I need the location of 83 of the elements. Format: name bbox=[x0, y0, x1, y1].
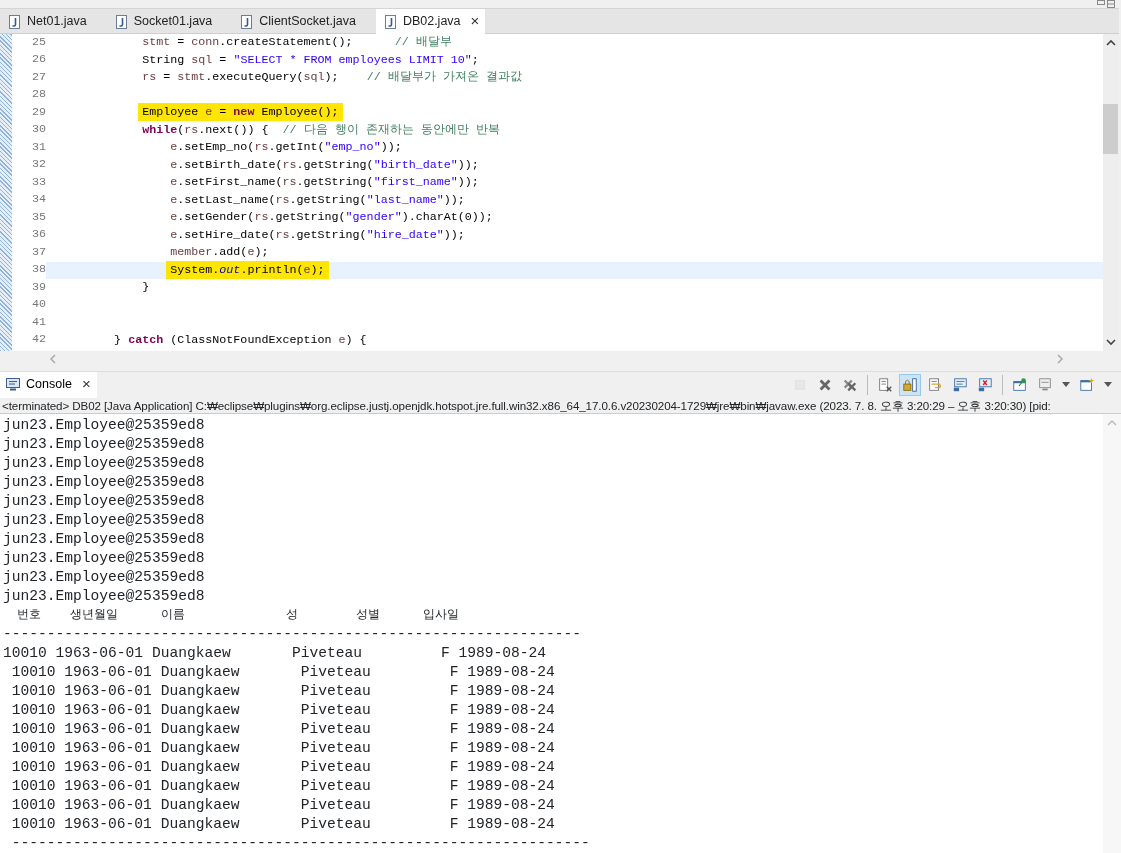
word-wrap-icon bbox=[927, 375, 943, 394]
console-line: 10010 1963-06-01 Duangkaew Piveteau F 1989-08-24 bbox=[10, 777, 555, 796]
line-number: 25 bbox=[30, 34, 46, 51]
console-line: jun23.Employee@25359ed8 bbox=[2, 568, 205, 587]
scroll-right-icon[interactable] bbox=[1055, 352, 1065, 365]
line-number: 34 bbox=[30, 191, 46, 209]
console-line: 10010 1963-06-01 Duangkaew Piveteau F 1989-08-24 bbox=[10, 720, 555, 739]
close-icon[interactable]: × bbox=[470, 10, 480, 33]
line-number: 38 bbox=[30, 261, 46, 279]
console-line: 10010 1963-06-01 Duangkaew Piveteau F 1989-08-24 bbox=[10, 758, 555, 777]
console-line: jun23.Employee@25359ed8 bbox=[2, 473, 205, 492]
toolbar-button[interactable] bbox=[899, 373, 921, 396]
line-number: 28 bbox=[30, 86, 46, 104]
code-line: } catch (ClassNotFoundException e) { bbox=[113, 331, 368, 349]
console-line: 번호 생년월일 이름 성 성별 입사일 bbox=[16, 607, 460, 624]
java-file-icon bbox=[240, 14, 254, 29]
console-line: jun23.Employee@25359ed8 bbox=[2, 549, 205, 568]
file-tab[interactable]: Socket01.java bbox=[106, 9, 233, 34]
file-tab[interactable]: DB02.java × bbox=[375, 9, 486, 34]
java-file-icon bbox=[383, 14, 397, 29]
monitor-icon bbox=[952, 375, 968, 394]
console-line: jun23.Employee@25359ed8 bbox=[2, 416, 205, 435]
code-line: e.setFirst_name(rs.getString("first_name")); bbox=[169, 174, 480, 191]
console-line: jun23.Employee@25359ed8 bbox=[2, 492, 205, 511]
minimize-icon[interactable] bbox=[1097, 0, 1105, 6]
code-line: e.setEmp_no(rs.getInt("emp_no")); bbox=[169, 139, 403, 156]
console-line: jun23.Employee@25359ed8 bbox=[2, 530, 205, 549]
maximize-icon[interactable] bbox=[1107, 0, 1115, 8]
console-line: jun23.Employee@25359ed8 bbox=[2, 511, 205, 530]
line-number: 35 bbox=[30, 209, 46, 226]
line-number: 40 bbox=[30, 296, 46, 314]
new-window-icon bbox=[1079, 375, 1095, 394]
line-number: 31 bbox=[30, 139, 46, 156]
line-number: 29 bbox=[30, 104, 46, 121]
java-file-icon bbox=[114, 14, 128, 29]
monitor-icon bbox=[6, 378, 20, 391]
console-line: ------------------------------------------------------------------ bbox=[10, 834, 590, 853]
console-line: 10010 1963-06-01 Duangkaew Piveteau F 1989-08-24 bbox=[10, 815, 555, 834]
line-number: 26 bbox=[30, 51, 46, 69]
file-tab[interactable]: Net01.java bbox=[0, 9, 107, 34]
file-tab[interactable]: ClientSocket.java bbox=[232, 9, 376, 34]
line-number: 37 bbox=[30, 244, 46, 261]
code-line: Employee e = new Employee(); bbox=[46, 104, 1103, 122]
java-file-icon bbox=[8, 14, 21, 29]
line-number: 30 bbox=[30, 121, 46, 139]
console-tab[interactable]: Console × bbox=[0, 371, 97, 398]
vertical-scrollbar[interactable] bbox=[1103, 414, 1121, 853]
line-number: 32 bbox=[30, 156, 46, 174]
console-line: 10010 1963-06-01 Duangkaew Piveteau F 1989-08-24 bbox=[10, 739, 555, 758]
console-line: jun23.Employee@25359ed8 bbox=[2, 454, 205, 473]
lock-icon bbox=[902, 375, 918, 394]
line-number: 39 bbox=[30, 279, 46, 296]
code-line: } bbox=[141, 279, 151, 296]
code-line: String sql = "SELECT * FROM employees LIMIT 10"; bbox=[141, 51, 480, 69]
close-icon[interactable]: × bbox=[81, 373, 91, 396]
console-line: jun23.Employee@25359ed8 bbox=[2, 587, 205, 606]
code-line: member.add(e); bbox=[169, 244, 270, 261]
console-line: 10010 1963-06-01 Duangkaew Piveteau F 1989-08-24 bbox=[10, 796, 555, 815]
line-number: 42 bbox=[30, 331, 46, 349]
caret-icon bbox=[1062, 382, 1070, 387]
monitor-icon bbox=[977, 375, 993, 394]
code-line: stmt = conn.createStatement(); // 배달부 bbox=[141, 34, 453, 51]
line-number: 27 bbox=[30, 69, 46, 86]
code-line: e.setHire_date(rs.getString("hire_date")); bbox=[169, 226, 466, 244]
line-number: 33 bbox=[30, 174, 46, 191]
scroll-left-icon[interactable] bbox=[48, 352, 58, 365]
console-line: jun23.Employee@25359ed8 bbox=[2, 435, 205, 454]
code-line: e.setBirth_date(rs.getString("birth_date")); bbox=[169, 156, 480, 174]
console-line: 10010 1963-06-01 Duangkaew Piveteau F 1989-08-24 bbox=[10, 701, 555, 720]
code-line: while(rs.next()) { // 다음 행이 존재하는 동안에만 반복 bbox=[141, 121, 501, 139]
console-line: 10010 1963-06-01 Duangkaew Piveteau F 1989-08-24 bbox=[2, 644, 546, 663]
code-line: e.setLast_name(rs.getString("last_name")); bbox=[169, 191, 466, 209]
line-number: 41 bbox=[30, 314, 46, 331]
console-line: ------------------------------------------------------------------ bbox=[2, 625, 581, 644]
line-number: 36 bbox=[30, 226, 46, 244]
clear-console-icon bbox=[877, 375, 893, 394]
scrollbar-thumb[interactable] bbox=[1103, 104, 1118, 154]
code-line: rs = stmt.executeQuery(sql); // 배달부가 가져온 결과값 bbox=[141, 69, 523, 86]
code-line: e.setGender(rs.getString("gender").charAt(0)); bbox=[169, 209, 494, 226]
console-line: 10010 1963-06-01 Duangkaew Piveteau F 1989-08-24 bbox=[10, 682, 555, 701]
caret-icon bbox=[1104, 382, 1112, 387]
pin-icon bbox=[1012, 375, 1028, 394]
console-line: 10010 1963-06-01 Duangkaew Piveteau F 1989-08-24 bbox=[10, 663, 555, 682]
